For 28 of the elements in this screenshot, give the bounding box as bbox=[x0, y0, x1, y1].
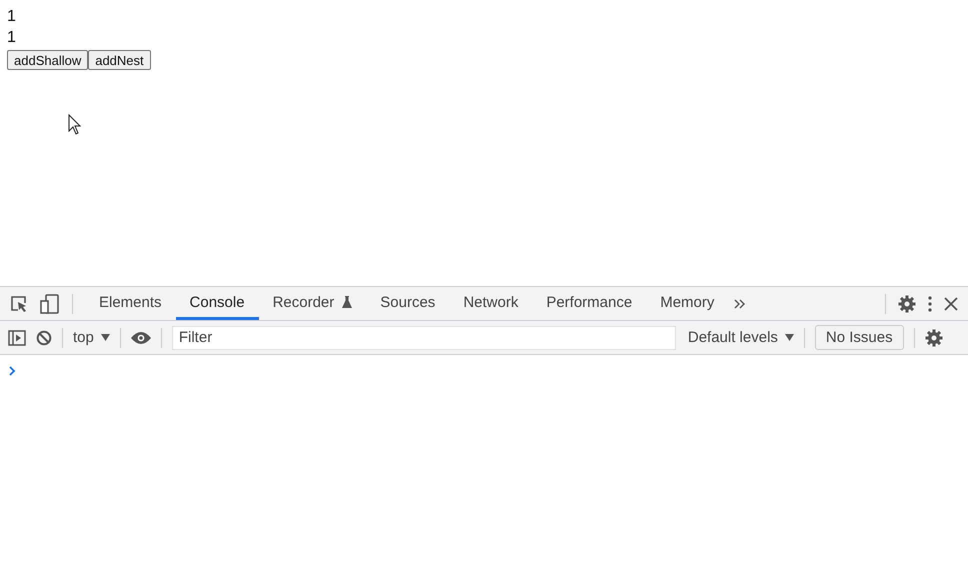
close-icon[interactable] bbox=[944, 296, 958, 310]
prompt-icon bbox=[9, 366, 16, 376]
page-button[interactable]: addShallow bbox=[7, 50, 88, 70]
devtools-tab[interactable]: Network bbox=[449, 287, 532, 320]
levels-dropdown[interactable]: Default levels bbox=[688, 329, 794, 346]
sidebar-toggle-icon[interactable] bbox=[8, 330, 26, 346]
cursor-icon bbox=[68, 114, 82, 136]
counter-text: 1 bbox=[7, 7, 17, 27]
flask-icon bbox=[342, 296, 352, 308]
device-icon[interactable] bbox=[40, 294, 60, 314]
context-dropdown[interactable]: top bbox=[73, 329, 110, 346]
caret-icon bbox=[784, 334, 794, 341]
kebab-menu-icon[interactable] bbox=[928, 296, 932, 312]
clear-icon[interactable] bbox=[36, 330, 52, 346]
devtools-tab[interactable]: Sources bbox=[366, 287, 450, 320]
eye-icon[interactable] bbox=[130, 332, 151, 344]
chevron-icon[interactable] bbox=[734, 298, 746, 310]
issues-button[interactable]: No Issues bbox=[814, 325, 904, 350]
caret-icon bbox=[100, 334, 110, 341]
settings-icon[interactable] bbox=[898, 294, 916, 312]
page-button[interactable]: addNest bbox=[88, 50, 151, 70]
devtools-tab[interactable]: Performance bbox=[532, 287, 646, 320]
devtools-tab[interactable]: Memory bbox=[646, 287, 728, 320]
filter-field[interactable]: Filter bbox=[172, 326, 676, 350]
devtools-tab[interactable]: Elements bbox=[85, 287, 176, 320]
counter-text: 1 bbox=[7, 28, 17, 48]
inspect-icon[interactable] bbox=[10, 294, 28, 312]
devtools-tab[interactable]: Recorder bbox=[258, 287, 366, 320]
